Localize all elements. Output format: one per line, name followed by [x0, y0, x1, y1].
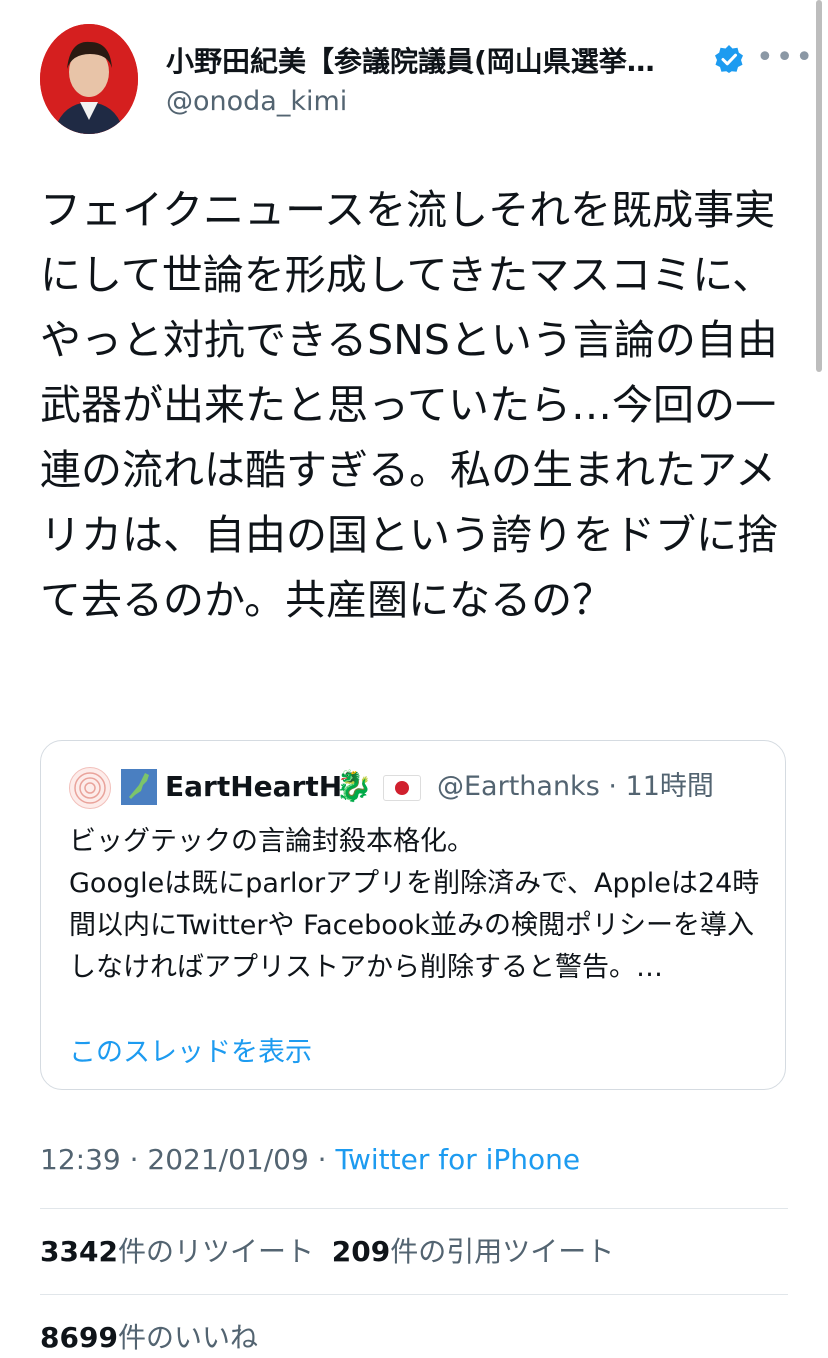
- quoted-tweet-header: EartHeartH 🐉 @Earthanks · 11時間: [69, 767, 769, 811]
- quotes-stat[interactable]: 209件の引用ツイート: [332, 1235, 614, 1268]
- tweet-source-link[interactable]: Twitter for iPhone: [335, 1143, 580, 1176]
- likes-count: 8699: [40, 1321, 118, 1354]
- avatar[interactable]: [40, 24, 138, 134]
- japan-flag-icon: [383, 775, 421, 801]
- author-handle[interactable]: @onoda_kimi: [166, 82, 726, 122]
- scrollbar[interactable]: [816, 0, 822, 372]
- author-name-block[interactable]: 小野田紀美【参議院議員(岡山県選挙… @onoda_kimi: [166, 44, 726, 122]
- likes-label: 件のいいね: [117, 1321, 258, 1354]
- tweet-time-date[interactable]: 12:39 · 2021/01/09 ·: [40, 1143, 335, 1176]
- divider: [40, 1294, 788, 1295]
- quoted-author-name[interactable]: EartHeartH: [165, 769, 342, 805]
- verified-badge-icon: [714, 44, 744, 74]
- dragon-emoji-icon: 🐉: [335, 769, 373, 804]
- quotes-label: 件の引用ツイート: [390, 1235, 615, 1268]
- quoted-tweet-text: ビッグテックの言論封殺本格化。 Googleは既にparlorアプリを削除済みで…: [69, 826, 760, 983]
- quoted-handle-time: @Earthanks · 11時間: [437, 771, 714, 802]
- tweet-stats: 3342件のリツイート 209件の引用ツイート: [40, 1232, 614, 1272]
- show-thread-link[interactable]: このスレッドを表示: [69, 1033, 312, 1073]
- quotes-count: 209: [331, 1235, 391, 1268]
- author-display-name[interactable]: 小野田紀美【参議院議員(岡山県選挙…: [166, 44, 686, 80]
- tweet-header: 小野田紀美【参議院議員(岡山県選挙… @onoda_kimi •••: [40, 24, 813, 136]
- likes-stat[interactable]: 8699件のいいね: [40, 1318, 258, 1358]
- more-horizontal-icon[interactable]: •••: [756, 43, 815, 73]
- tweet-text: フェイクニュースを流しそれを既成事実にして世論を形成してきたマスコミに、やっと対…: [40, 186, 778, 624]
- quoted-tweet[interactable]: EartHeartH 🐉 @Earthanks · 11時間 ビッグテックの言論…: [40, 740, 786, 1090]
- japan-map-icon: [121, 769, 157, 805]
- quoted-avatar[interactable]: [69, 767, 111, 809]
- retweets-stat[interactable]: 3342件のリツイート: [40, 1235, 314, 1268]
- tweet-meta: 12:39 · 2021/01/09 · Twitter for iPhone: [40, 1140, 580, 1180]
- divider: [40, 1208, 788, 1209]
- retweets-count: 3342: [40, 1235, 118, 1268]
- retweets-label: 件のリツイート: [117, 1235, 314, 1268]
